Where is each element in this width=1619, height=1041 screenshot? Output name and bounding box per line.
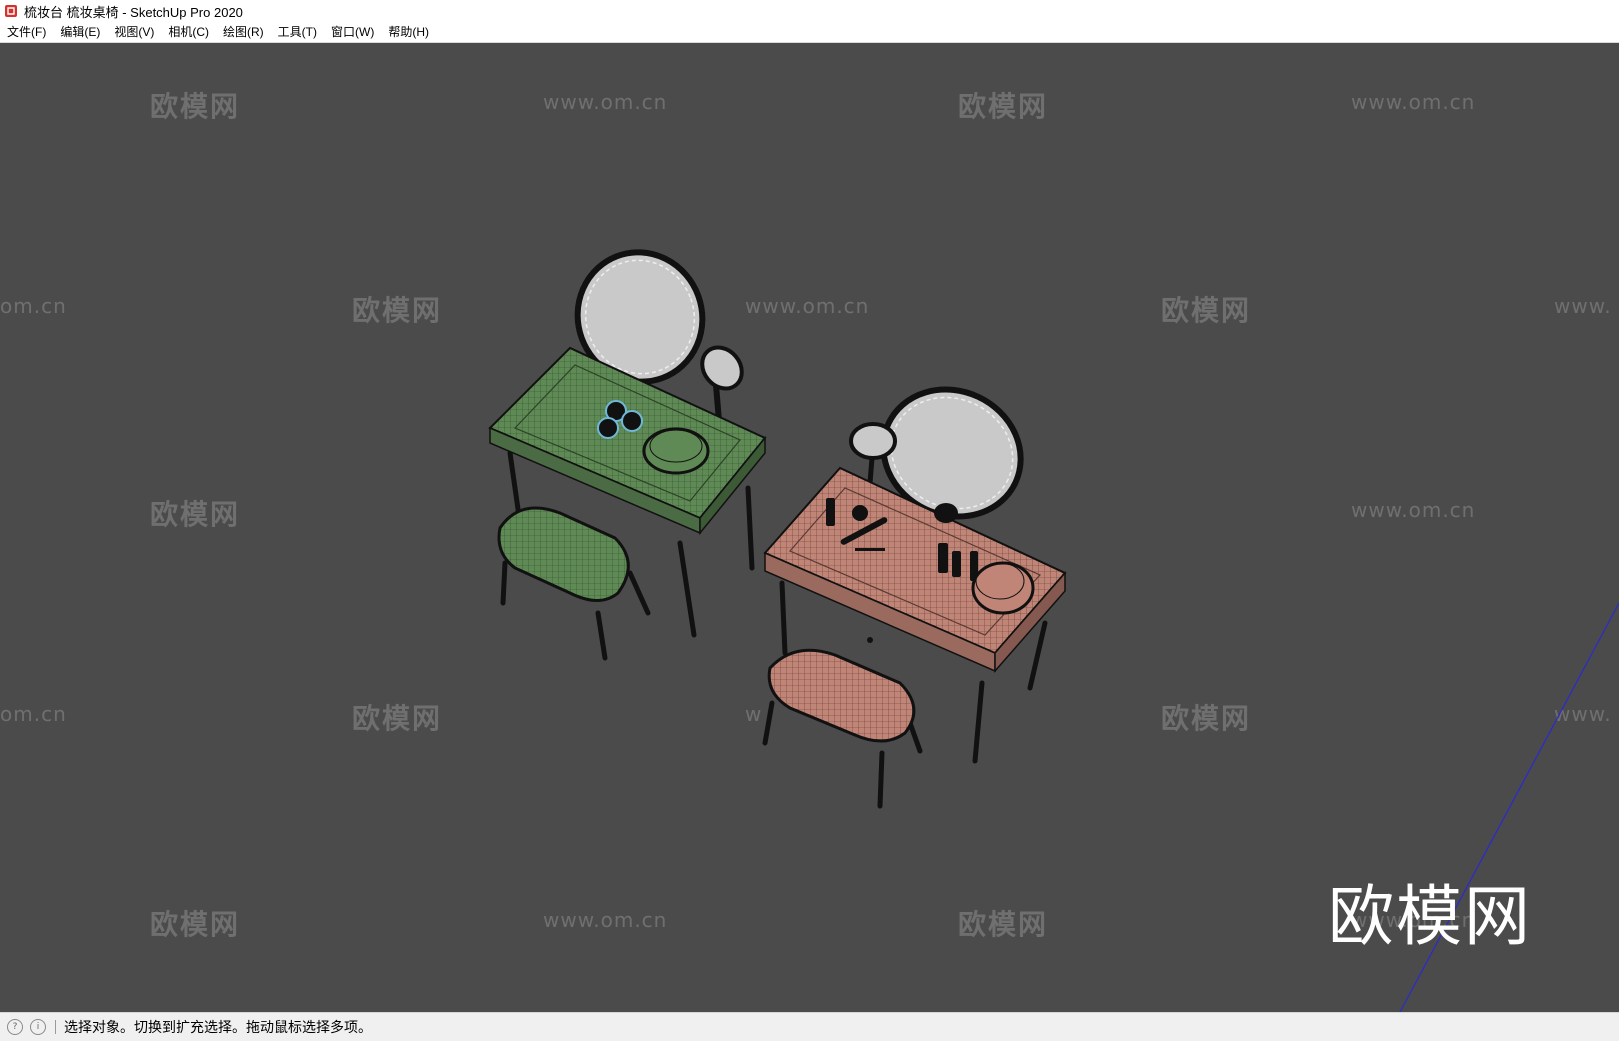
app-window: 梳妆台 梳妆桌椅 - SketchUp Pro 2020 文件(F) 编辑(E)… <box>0 0 1619 1041</box>
window-title: 梳妆台 梳妆桌椅 - SketchUp Pro 2020 <box>24 4 243 20</box>
brand-logo-text: 欧模网 <box>1328 878 1532 955</box>
menu-tools[interactable]: 工具(T) <box>271 22 324 42</box>
menu-camera[interactable]: 相机(C) <box>161 22 216 42</box>
menu-edit[interactable]: 编辑(E) <box>53 22 107 42</box>
status-message: 选择对象。切换到扩充选择。拖动鼠标选择多项。 <box>64 1019 372 1035</box>
sketchup-icon <box>5 5 17 17</box>
green-vanity-set[interactable] <box>488 235 767 661</box>
status-bar: ? i 选择对象。切换到扩充选择。拖动鼠标选择多项。 <box>0 1012 1619 1041</box>
menu-file[interactable]: 文件(F) <box>0 22 53 42</box>
model-viewport[interactable]: 欧模网 www.om.cn 欧模网 www.om.cn om.cn 欧模网 ww… <box>0 43 1619 1012</box>
menu-draw[interactable]: 绘图(R) <box>216 22 271 42</box>
info-icon[interactable]: i <box>30 1019 46 1035</box>
menu-view[interactable]: 视图(V) <box>107 22 161 42</box>
geo-location-icon[interactable]: ? <box>7 1019 23 1035</box>
title-bar: 梳妆台 梳妆桌椅 - SketchUp Pro 2020 <box>0 0 1619 22</box>
pink-vanity-set[interactable] <box>762 367 1067 809</box>
menu-window[interactable]: 窗口(W) <box>324 22 381 42</box>
menu-bar: 文件(F) 编辑(E) 视图(V) 相机(C) 绘图(R) 工具(T) 窗口(W… <box>0 22 1619 43</box>
status-divider <box>55 1020 56 1034</box>
menu-help[interactable]: 帮助(H) <box>381 22 436 42</box>
